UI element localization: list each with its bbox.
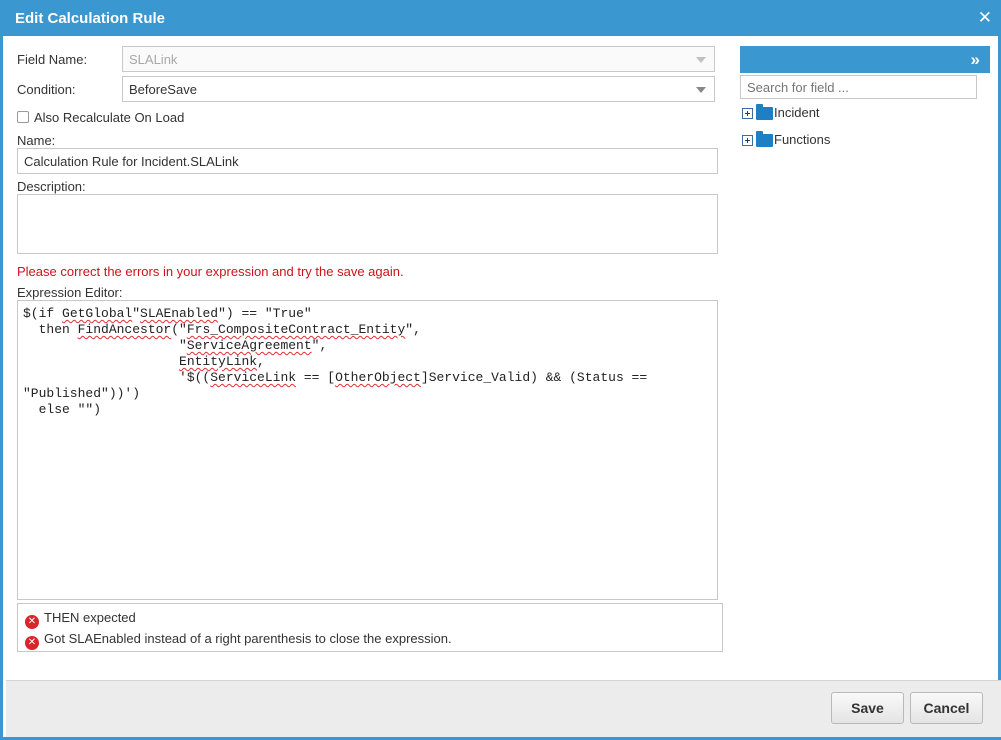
flagged-token: OtherObject xyxy=(335,370,421,385)
error-list: ✕ THEN expected ✕ Got SLAEnabled instead o… xyxy=(17,603,723,652)
editor-line: then FindAncestor("Frs_CompositeContract… xyxy=(23,322,712,338)
dialog-title: Edit Calculation Rule xyxy=(15,10,166,27)
editor-line: $(if GetGlobal"SLAEnabled") == "True" xyxy=(23,306,712,322)
field-search-input[interactable] xyxy=(740,75,977,99)
field-name-value: SLALink xyxy=(129,52,178,67)
editor-line: '$((ServiceLink == [OtherObject]Service_… xyxy=(23,370,712,386)
field-name-select: SLALink xyxy=(122,46,715,72)
code-text: else "") xyxy=(23,402,102,417)
code-text: "Published"))') xyxy=(23,386,141,401)
flagged-token: GetGlobal xyxy=(62,306,133,321)
error-item: ✕ Got SLAEnabled instead of a right paren… xyxy=(25,631,452,650)
chevron-down-icon xyxy=(696,57,706,63)
flagged-token: ServiceLink xyxy=(210,370,297,385)
code-text: " xyxy=(132,306,141,321)
code-text: , xyxy=(257,354,265,369)
expression-editor[interactable]: $(if GetGlobal"SLAEnabled") == "True" th… xyxy=(17,300,718,600)
error-text: THEN expected xyxy=(44,610,136,625)
cancel-button[interactable]: Cancel xyxy=(910,692,983,724)
error-text: Got SLAEnabled instead of a right parent… xyxy=(44,631,452,646)
editor-line: "Published"))') xyxy=(23,386,712,402)
save-button[interactable]: Save xyxy=(831,692,904,724)
plus-box-icon[interactable] xyxy=(742,135,753,146)
code-text: then xyxy=(23,322,78,337)
edit-calculation-rule-dialog: Edit Calculation Rule ✕ Field Name: SLAL… xyxy=(0,0,1001,740)
recalculate-on-load-checkbox[interactable] xyxy=(17,111,29,123)
expression-editor-label: Expression Editor: xyxy=(17,285,123,300)
editor-line: else "") xyxy=(23,402,712,418)
name-input[interactable]: Calculation Rule for Incident.SLALink xyxy=(17,148,718,174)
code-text: ", xyxy=(311,338,328,353)
code-text: ") == "True" xyxy=(218,306,312,321)
condition-value: BeforeSave xyxy=(129,82,197,97)
error-circle-icon: ✕ xyxy=(25,615,39,629)
field-browser-header: » xyxy=(740,46,990,73)
description-textarea[interactable] xyxy=(17,194,718,254)
folder-icon xyxy=(756,131,773,147)
folder-icon xyxy=(756,104,773,120)
close-icon[interactable]: ✕ xyxy=(978,8,992,28)
tree-node-label[interactable]: Incident xyxy=(774,105,820,120)
code-text: ", xyxy=(405,322,421,337)
code-text: ]Service_Valid) && (Status == xyxy=(420,370,648,385)
error-circle-icon: ✕ xyxy=(25,636,39,650)
code-text: (" xyxy=(171,322,187,337)
recalculate-on-load-label[interactable]: Also Recalculate On Load xyxy=(34,110,184,125)
dialog-titlebar: Edit Calculation Rule ✕ xyxy=(3,0,1001,36)
editor-line: EntityLink, xyxy=(23,354,712,370)
description-label: Description: xyxy=(17,179,86,194)
tree-node-label[interactable]: Functions xyxy=(774,132,830,147)
plus-box-icon[interactable] xyxy=(742,108,753,119)
flagged-token: SLAEnabled xyxy=(140,306,219,321)
code-text: $(if xyxy=(23,306,63,321)
condition-select[interactable]: BeforeSave xyxy=(122,76,715,102)
editor-line: "ServiceAgreement", xyxy=(23,338,712,354)
validation-error-message: Please correct the errors in your expres… xyxy=(17,264,404,279)
chevron-down-icon[interactable] xyxy=(696,87,706,93)
double-chevron-right-icon[interactable]: » xyxy=(971,50,980,70)
field-name-label: Field Name: xyxy=(17,52,88,67)
flagged-token: ServiceAgreement xyxy=(186,338,312,353)
code-text: == [ xyxy=(296,370,336,385)
flagged-token: Frs_CompositeContract_Entity xyxy=(186,322,406,337)
flagged-token: EntityLink xyxy=(179,354,258,369)
flagged-token: FindAncestor xyxy=(77,322,172,337)
condition-label: Condition: xyxy=(17,82,76,97)
error-item: ✕ THEN expected xyxy=(25,610,136,629)
code-text: '$(( xyxy=(23,370,211,385)
code-text: " xyxy=(23,338,187,353)
name-label: Name: xyxy=(17,133,56,148)
